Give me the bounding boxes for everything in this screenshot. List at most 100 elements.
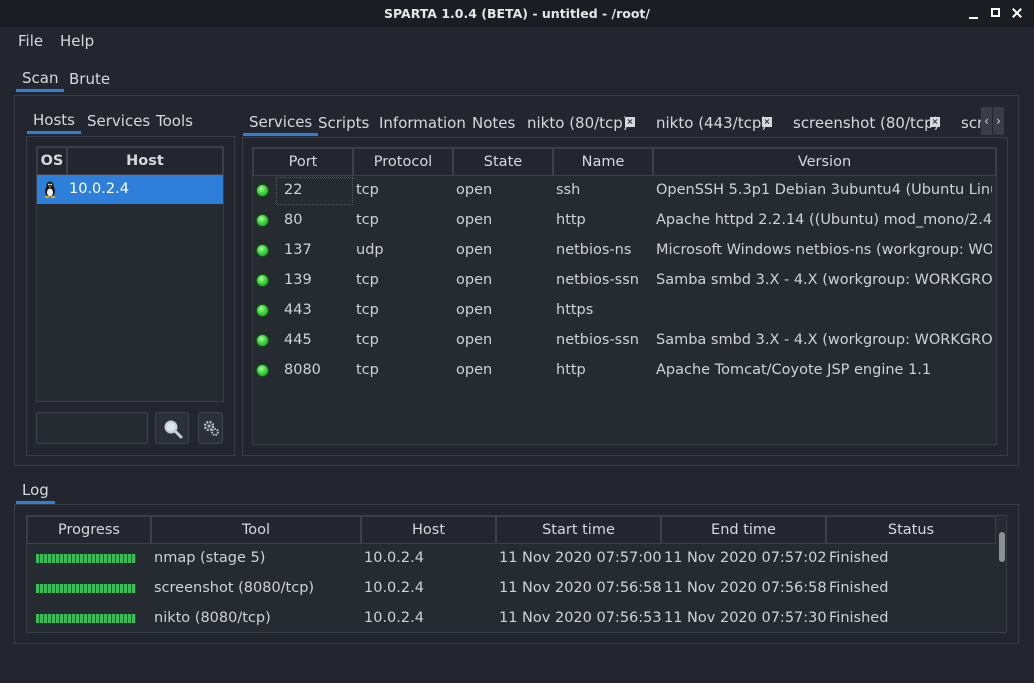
tab-nikto-80[interactable]: nikto (80/tcp) bbox=[527, 114, 629, 132]
services-header-state[interactable]: State bbox=[453, 148, 553, 176]
service-version: Samba smbd 3.X - 4.X (workgroup: WORKGRO… bbox=[656, 272, 992, 288]
log-status: Finished bbox=[829, 610, 889, 626]
log-host: 10.0.2.4 bbox=[364, 580, 424, 596]
service-port: 22 bbox=[284, 182, 303, 198]
tab-information[interactable]: Information bbox=[379, 114, 466, 132]
settings-button[interactable] bbox=[198, 412, 223, 444]
status-open-icon bbox=[256, 244, 269, 257]
service-port: 80 bbox=[284, 212, 303, 228]
close-tab-icon[interactable]: × bbox=[762, 117, 772, 127]
log-tool: nikto (8080/tcp) bbox=[154, 610, 271, 626]
service-state: open bbox=[456, 242, 493, 258]
status-open-icon bbox=[256, 274, 269, 287]
log-start-time: 11 Nov 2020 07:56:53 bbox=[499, 610, 662, 626]
status-open-icon bbox=[256, 364, 269, 377]
tab-scr-partial[interactable]: scr bbox=[961, 114, 983, 132]
service-port: 443 bbox=[284, 302, 312, 318]
close-tab-icon[interactable]: × bbox=[625, 117, 635, 127]
service-name: netbios-ssn bbox=[556, 272, 639, 288]
linux-tux-icon bbox=[44, 181, 56, 198]
host-filter-input[interactable] bbox=[36, 412, 148, 444]
tab-tools[interactable]: Tools bbox=[156, 112, 193, 130]
title-bar: SPARTA 1.0.4 (BETA) - untitled - /root/ bbox=[0, 0, 1034, 27]
log-tool: nmap (stage 5) bbox=[154, 550, 266, 566]
service-protocol: tcp bbox=[356, 332, 379, 348]
tab-scripts[interactable]: Scripts bbox=[318, 114, 369, 132]
service-state: open bbox=[456, 272, 493, 288]
service-protocol: udp bbox=[356, 242, 384, 258]
tab-scroll-left-icon[interactable]: ‹ bbox=[981, 107, 992, 135]
service-protocol: tcp bbox=[356, 362, 379, 378]
service-state: open bbox=[456, 362, 493, 378]
status-open-icon bbox=[256, 184, 269, 197]
log-scrollbar[interactable] bbox=[999, 532, 1005, 562]
service-version: Microsoft Windows netbios-ns (workgroup:… bbox=[656, 242, 992, 258]
tab-hosts[interactable]: Hosts bbox=[27, 111, 81, 134]
tab-screenshot-80[interactable]: screenshot (80/tcp) bbox=[793, 114, 940, 132]
service-name: netbios-ns bbox=[556, 242, 632, 258]
service-name: http bbox=[556, 362, 586, 378]
menu-help[interactable]: Help bbox=[60, 32, 94, 50]
magnifier-icon bbox=[164, 420, 183, 439]
status-open-icon bbox=[256, 214, 269, 227]
host-row[interactable]: 10.0.2.4 bbox=[37, 175, 223, 204]
tab-nikto-443[interactable]: nikto (443/tcp) bbox=[656, 114, 767, 132]
service-protocol: tcp bbox=[356, 182, 379, 198]
gears-icon bbox=[203, 420, 219, 436]
service-version: Apache httpd 2.2.14 ((Ubuntu) mod_mono/2… bbox=[656, 212, 992, 228]
service-name: https bbox=[556, 302, 594, 318]
close-tab-icon[interactable]: × bbox=[930, 117, 940, 127]
minimize-icon[interactable] bbox=[966, 5, 982, 21]
service-port: 139 bbox=[284, 272, 312, 288]
hosts-header-os[interactable]: OS bbox=[37, 147, 67, 175]
log-header-progress[interactable]: Progress bbox=[27, 516, 151, 544]
tab-log[interactable]: Log bbox=[16, 481, 55, 504]
progress-bar bbox=[36, 584, 136, 593]
log-host: 10.0.2.4 bbox=[364, 550, 424, 566]
log-header-end-time[interactable]: End time bbox=[661, 516, 826, 544]
service-version: Apache Tomcat/Coyote JSP engine 1.1 bbox=[656, 362, 932, 378]
log-end-time: 11 Nov 2020 07:56:58 bbox=[664, 580, 827, 596]
maximize-icon[interactable] bbox=[988, 5, 1004, 21]
service-version: OpenSSH 5.3p1 Debian 3ubuntu4 (Ubuntu Li… bbox=[656, 182, 992, 198]
service-state: open bbox=[456, 212, 493, 228]
log-header-status[interactable]: Status bbox=[826, 516, 996, 544]
service-state: open bbox=[456, 182, 493, 198]
service-name: http bbox=[556, 212, 586, 228]
tab-left-services[interactable]: Services bbox=[87, 112, 150, 130]
log-status: Finished bbox=[829, 580, 889, 596]
tab-notes[interactable]: Notes bbox=[472, 114, 515, 132]
tab-services[interactable]: Services bbox=[242, 113, 319, 136]
log-start-time: 11 Nov 2020 07:57:00 bbox=[499, 550, 662, 566]
search-button[interactable] bbox=[155, 412, 189, 444]
services-header-version[interactable]: Version bbox=[653, 148, 996, 176]
service-version: Samba smbd 3.X - 4.X (workgroup: WORKGRO… bbox=[656, 332, 992, 348]
service-state: open bbox=[456, 302, 493, 318]
log-header-start-time[interactable]: Start time bbox=[496, 516, 661, 544]
services-header-port[interactable]: Port bbox=[253, 148, 353, 176]
log-header-tool[interactable]: Tool bbox=[151, 516, 361, 544]
service-name: netbios-ssn bbox=[556, 332, 639, 348]
log-start-time: 11 Nov 2020 07:56:58 bbox=[499, 580, 662, 596]
log-status: Finished bbox=[829, 550, 889, 566]
log-host: 10.0.2.4 bbox=[364, 610, 424, 626]
close-icon[interactable] bbox=[1009, 5, 1025, 21]
progress-bar bbox=[36, 614, 136, 623]
tab-scan[interactable]: Scan bbox=[15, 69, 66, 92]
services-header-name[interactable]: Name bbox=[553, 148, 653, 176]
status-open-icon bbox=[256, 304, 269, 317]
tab-scroll-right-icon[interactable]: › bbox=[993, 107, 1004, 135]
host-address: 10.0.2.4 bbox=[69, 181, 129, 197]
service-port: 137 bbox=[284, 242, 312, 258]
service-state: open bbox=[456, 332, 493, 348]
hosts-header-host[interactable]: Host bbox=[67, 147, 223, 175]
service-port: 445 bbox=[284, 332, 312, 348]
service-port: 8080 bbox=[284, 362, 321, 378]
service-name: ssh bbox=[556, 182, 581, 198]
log-tool: screenshot (8080/tcp) bbox=[154, 580, 315, 596]
menu-file[interactable]: File bbox=[18, 32, 43, 50]
log-header-host[interactable]: Host bbox=[361, 516, 496, 544]
service-protocol: tcp bbox=[356, 212, 379, 228]
tab-brute[interactable]: Brute bbox=[69, 70, 110, 88]
services-header-protocol[interactable]: Protocol bbox=[353, 148, 453, 176]
